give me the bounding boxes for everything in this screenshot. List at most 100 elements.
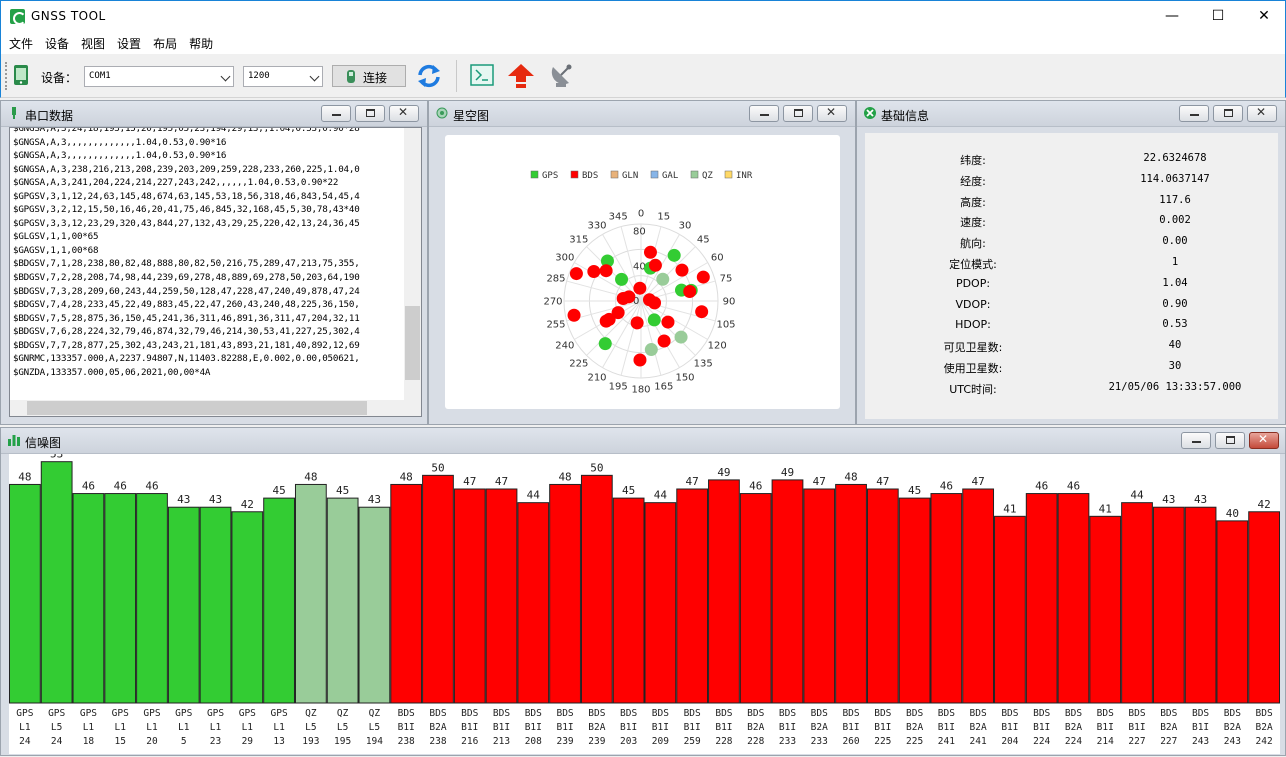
snr-bar [358, 506, 391, 704]
snr-axis-label: B2A [906, 722, 923, 733]
snr-axis-label: B1I [525, 722, 542, 733]
snr-bar [994, 515, 1026, 704]
snr-axis-label: GPS [112, 708, 129, 719]
terminal-icon[interactable] [470, 64, 494, 86]
snr-value-label: 47 [876, 475, 889, 488]
snr-close-button[interactable]: ✕ [1249, 432, 1279, 449]
snr-bar [644, 502, 677, 704]
baud-select[interactable]: 1200 [243, 66, 323, 87]
upload-arrow-icon[interactable] [507, 62, 535, 90]
menu-layout[interactable]: 布局 [153, 32, 177, 52]
close-icon: ✕ [826, 105, 837, 119]
snr-axis-label: B1I [398, 722, 415, 733]
connect-button[interactable]: 连接 [332, 65, 406, 87]
azimuth-label: 225 [569, 359, 588, 370]
legend-swatch [570, 170, 579, 179]
snr-bar [549, 483, 581, 704]
snr-axis-label: 29 [242, 736, 254, 747]
satellite-marker [633, 281, 647, 295]
snr-value-label: 43 [1162, 493, 1175, 506]
snr-value-label: 41 [1099, 502, 1112, 515]
scroll-thumb[interactable] [27, 401, 367, 415]
snr-minimize-button[interactable] [1181, 432, 1211, 449]
maximize-icon [794, 109, 803, 117]
snr-axis-label: BDS [938, 708, 955, 719]
scroll-thumb[interactable] [405, 306, 420, 380]
snr-axis-label: B1I [652, 722, 669, 733]
menu-device[interactable]: 设备 [45, 32, 69, 52]
azimuth-label: 150 [675, 373, 694, 384]
refresh-icon[interactable] [416, 63, 442, 89]
snr-value-label: 46 [1067, 480, 1080, 493]
snr-axis-label: 216 [461, 736, 478, 747]
snr-value-label: 44 [1130, 489, 1144, 502]
info-close-button[interactable]: ✕ [1247, 105, 1277, 122]
toolbar-grip[interactable] [5, 62, 8, 90]
azimuth-label: 30 [679, 220, 692, 231]
sky-plot: GPS BDS GLN GAL QZ INR0 1530456075901051201351… [530, 170, 753, 396]
snr-bar [1248, 511, 1280, 704]
snr-axis-label: L1 [242, 722, 254, 733]
maximize-button[interactable]: ☐ [1195, 1, 1241, 31]
snr-bar [739, 493, 772, 704]
satellite-dish-icon[interactable] [549, 63, 573, 89]
vertical-scrollbar[interactable] [404, 128, 421, 402]
menu-view[interactable]: 视图 [81, 32, 105, 52]
sky-minimize-button[interactable] [749, 105, 779, 122]
snr-axis-label: B1I [620, 722, 637, 733]
snr-value-label: 50 [590, 461, 603, 474]
snr-bar [1216, 520, 1249, 704]
satellite-marker [683, 285, 697, 299]
azimuth-label: 315 [569, 234, 588, 245]
snr-bar [167, 506, 200, 704]
info-value: 30 [1168, 360, 1182, 372]
snr-axis-label: B1I [493, 722, 510, 733]
satellite-marker [598, 337, 612, 351]
snr-bar [136, 493, 168, 704]
basic-info-panel: 基础信息 ✕ 纬度: 22.6324678 经度: 114.0637147 高度: 117… [856, 100, 1286, 425]
satellite-marker [599, 314, 613, 328]
azimuth-label: 195 [609, 382, 628, 393]
snr-axis-label: GPS [239, 708, 256, 719]
serial-output[interactable]: $GNGSA,A,3,24,18,193,15,20,195,05,23,194… [9, 127, 422, 417]
serial-close-button[interactable]: ✕ [389, 105, 419, 122]
snr-bar [422, 474, 454, 704]
snr-axis-label: BDS [779, 708, 796, 719]
info-maximize-button[interactable] [1213, 105, 1243, 122]
snr-axis-label: BDS [842, 708, 859, 719]
serial-minimize-button[interactable] [321, 105, 351, 122]
info-value: 40 [1168, 339, 1182, 352]
snr-axis-label: B1I [461, 722, 478, 733]
minimize-button[interactable]: — [1149, 1, 1195, 31]
info-value: 1.04 [1162, 276, 1188, 289]
satellite-marker [599, 264, 613, 278]
menu-help[interactable]: 帮助 [189, 32, 213, 52]
snr-axis-label: 23 [210, 736, 221, 747]
satellite-marker [615, 272, 629, 286]
snr-bar [390, 483, 423, 704]
menu-file[interactable]: 文件 [9, 32, 33, 52]
snr-bar [898, 497, 931, 704]
azimuth-label: 135 [694, 359, 713, 370]
snr-bar [676, 488, 709, 704]
snr-maximize-button[interactable] [1215, 432, 1245, 449]
snr-value-label: 53 [50, 454, 63, 461]
snr-axis-label: GPS [175, 708, 192, 719]
info-minimize-button[interactable] [1179, 105, 1209, 122]
snr-panel: 信噪图 ✕ 48 GPS L1 24 53 GPS L5 24 46 GPS L1 18 46 GPS L1… [0, 427, 1286, 756]
horizontal-scrollbar[interactable] [10, 400, 406, 416]
azimuth-label: 345 [609, 211, 628, 222]
azimuth-label: 240 [555, 341, 574, 352]
sky-maximize-button[interactable] [783, 105, 813, 122]
snr-value-label: 48 [18, 470, 31, 483]
snr-axis-label: GPS [48, 708, 65, 719]
info-label: HDOP: [955, 318, 991, 332]
snr-axis-label: 259 [684, 736, 701, 747]
info-label: 高度: [960, 195, 986, 209]
close-button[interactable]: ✕ [1241, 1, 1286, 31]
snr-bar [485, 488, 518, 704]
port-select[interactable]: COM1 [84, 66, 234, 87]
serial-maximize-button[interactable] [355, 105, 385, 122]
menu-settings[interactable]: 设置 [117, 32, 141, 52]
sky-close-button[interactable]: ✕ [817, 105, 847, 122]
